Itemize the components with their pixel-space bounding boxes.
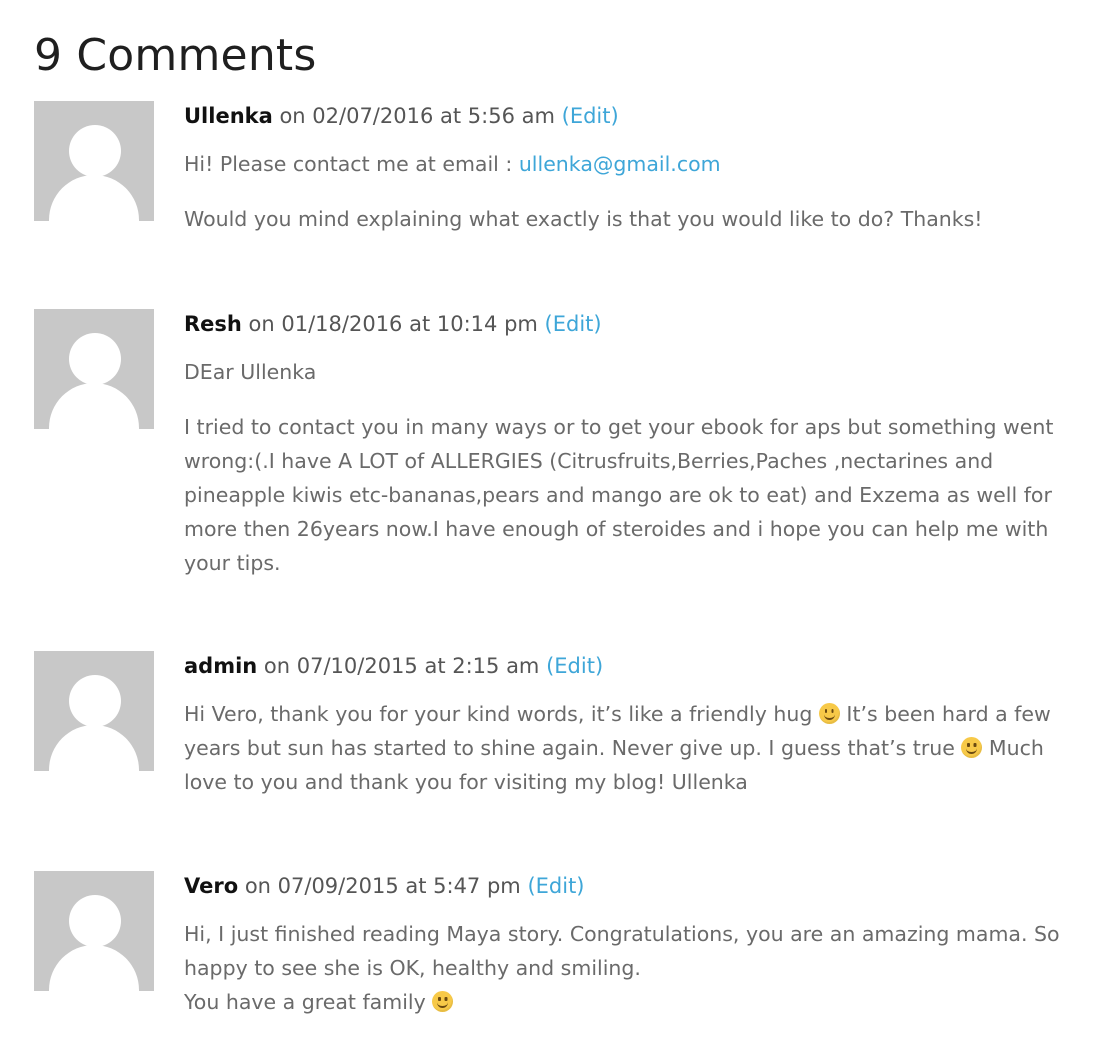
- comment-text: Hi! Please contact me at email :: [184, 152, 519, 176]
- comment-body: Hi! Please contact me at email : ullenka…: [184, 147, 1064, 236]
- comment-meta: Resh on 01/18/2016 at 10:14 pm (Edit): [184, 309, 1064, 339]
- slightly-smiling-face-icon: [961, 737, 983, 758]
- edit-comment-link[interactable]: (Edit): [545, 312, 602, 336]
- comment-date: on 07/09/2015 at 5:47 pm: [238, 874, 528, 898]
- comment-meta: admin on 07/10/2015 at 2:15 am (Edit): [184, 651, 1064, 681]
- comment-date: on 07/10/2015 at 2:15 am: [257, 654, 547, 678]
- comment-body: Hi Vero, thank you for your kind words, …: [184, 697, 1064, 799]
- comment-meta: Vero on 07/09/2015 at 5:47 pm (Edit): [184, 871, 1064, 901]
- comment-text: I tried to contact you in many ways or t…: [184, 415, 1054, 575]
- comment-author: admin: [184, 654, 258, 678]
- comment-body: Hi, I just finished reading Maya story. …: [184, 917, 1064, 1019]
- comment-date: on 01/18/2016 at 10:14 pm: [241, 312, 545, 336]
- comment-meta: Ullenka on 02/07/2016 at 5:56 am (Edit): [184, 101, 1064, 131]
- comment-text: Hi, I just finished reading Maya story. …: [184, 922, 1060, 1014]
- default-user-avatar-icon: [34, 309, 154, 429]
- edit-comment-link[interactable]: (Edit): [562, 104, 619, 128]
- email-link[interactable]: ullenka@gmail.com: [519, 152, 721, 176]
- comment-body: DEar Ullenka I tried to contact you in m…: [184, 355, 1064, 580]
- default-user-avatar-icon: [34, 101, 154, 221]
- slightly-smiling-face-icon: [432, 991, 454, 1012]
- comment-text: DEar Ullenka: [184, 360, 317, 384]
- comments-heading: 9 Comments: [34, 30, 317, 81]
- comment-text: Hi Vero, thank you for your kind words, …: [184, 702, 1051, 794]
- comments-section: 9 Comments Ullenka on 02/07/2016 at 5:56…: [34, 26, 1074, 1014]
- comment-date: on 02/07/2016 at 5:56 am: [272, 104, 562, 128]
- slightly-smiling-face-icon: [818, 703, 840, 724]
- edit-comment-link[interactable]: (Edit): [527, 874, 584, 898]
- default-user-avatar-icon: [34, 651, 154, 771]
- default-user-avatar-icon: [34, 871, 154, 991]
- comment-text: Would you mind explaining what exactly i…: [184, 207, 983, 231]
- comment-author: Vero: [184, 874, 239, 898]
- comment-author: Ullenka: [184, 104, 273, 128]
- edit-comment-link[interactable]: (Edit): [546, 654, 603, 678]
- comment-author: Resh: [184, 312, 242, 336]
